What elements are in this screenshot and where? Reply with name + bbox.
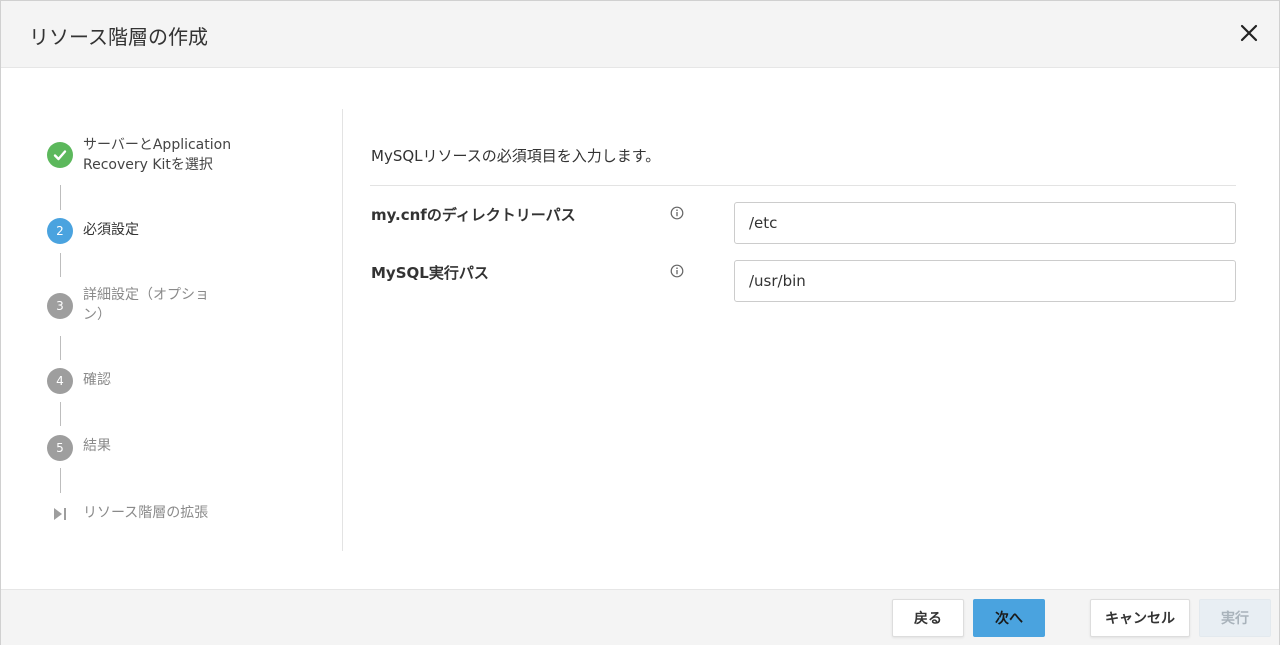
step-connector — [60, 468, 61, 493]
close-icon — [1240, 24, 1258, 42]
step-5-circle: 5 — [47, 435, 73, 461]
step-connector — [60, 402, 61, 426]
sidebar-divider — [342, 109, 343, 551]
info-icon[interactable] — [670, 206, 684, 220]
check-icon — [53, 150, 67, 161]
cancel-button[interactable]: キャンセル — [1090, 599, 1190, 637]
dialog-title: リソース階層の作成 — [29, 25, 208, 49]
content-divider — [370, 185, 1236, 186]
dialog-header: リソース階層の作成 — [1, 1, 1279, 68]
mysql-exec-path-input[interactable] — [734, 260, 1236, 302]
step-extend-label: リソース階層の拡張 — [83, 505, 209, 521]
step-connector — [60, 253, 61, 277]
create-resource-hierarchy-dialog: リソース階層の作成 サーバーとApplication Recovery Kitを… — [0, 0, 1280, 645]
step-1-label: サーバーとApplication Recovery Kitを選択 — [83, 137, 232, 173]
step-2-label: 必須設定 — [83, 222, 139, 238]
back-button[interactable]: 戻る — [892, 599, 964, 637]
step-3-label: 詳細設定（オプショ ン） — [83, 287, 209, 323]
step-4-label: 確認 — [83, 372, 111, 388]
step-connector — [60, 336, 61, 360]
form-description: MySQLリソースの必須項目を入力します。 — [371, 147, 661, 165]
step-5-label: 結果 — [83, 438, 111, 454]
next-button[interactable]: 次へ — [973, 599, 1045, 637]
step-connector — [60, 185, 61, 210]
mycnf-path-input[interactable] — [734, 202, 1236, 244]
close-button[interactable] — [1233, 17, 1265, 49]
mysql-exec-path-label: MySQL実行パス — [371, 264, 489, 282]
step-4-circle: 4 — [47, 368, 73, 394]
skip-forward-icon — [54, 508, 66, 520]
run-button[interactable]: 実行 — [1199, 599, 1271, 637]
mycnf-path-label: my.cnfのディレクトリーパス — [371, 206, 576, 224]
step-3-circle: 3 — [47, 293, 73, 319]
step-2-circle: 2 — [47, 218, 73, 244]
step-1-check-circle — [47, 142, 73, 168]
info-icon[interactable] — [670, 264, 684, 278]
dialog-footer: 戻る 次へ キャンセル 実行 — [1, 589, 1279, 645]
